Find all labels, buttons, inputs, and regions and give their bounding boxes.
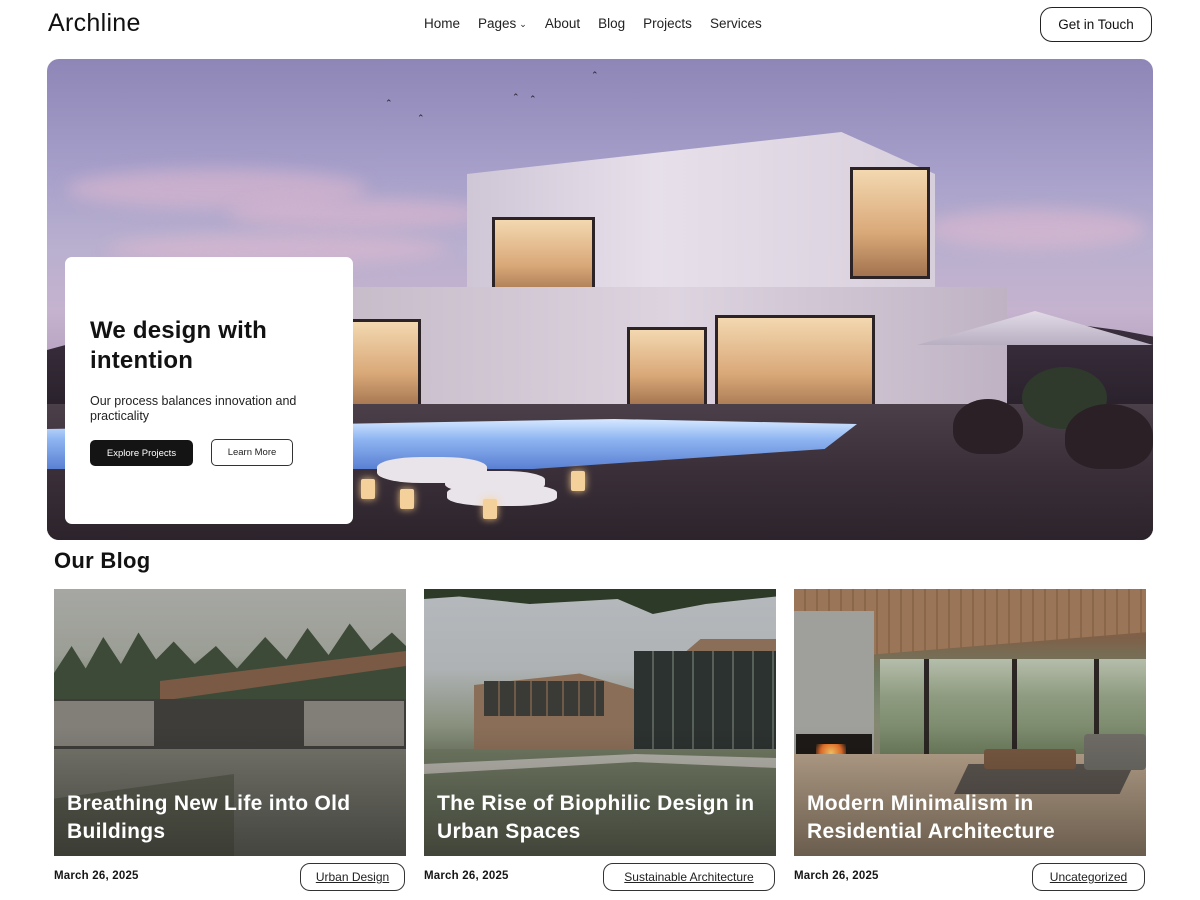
chevron-down-icon: ⌄	[519, 19, 527, 29]
nav-item-label: Blog	[598, 16, 626, 31]
hero-card: We design with intention Our process bal…	[65, 257, 353, 524]
lounge-chair	[953, 399, 1023, 454]
nav-item-label: Services	[709, 16, 762, 31]
blog-card[interactable]: Modern Minimalism in Residential Archite…	[794, 589, 1146, 856]
lantern	[483, 499, 497, 519]
blog-card-title[interactable]: Breathing New Life into Old Buildings	[67, 790, 397, 846]
site-logo[interactable]: Archline	[48, 9, 141, 38]
lounge-chair	[1065, 404, 1153, 469]
house-window	[627, 327, 707, 409]
blog-card-category[interactable]: Uncategorized	[1032, 863, 1145, 891]
house-window	[850, 167, 930, 279]
cloud	[927, 209, 1147, 249]
lantern	[361, 479, 375, 499]
blog-card[interactable]: Breathing New Life into Old Buildings	[54, 589, 406, 856]
bird-icon: ⌃	[512, 93, 520, 103]
nav-item-blog[interactable]: Blog	[598, 16, 625, 31]
nav-item-label: Home	[424, 16, 461, 31]
bird-icon: ⌃	[591, 71, 599, 81]
nav-item-pages[interactable]: Pages ⌄	[478, 16, 527, 31]
explore-projects-button[interactable]: Explore Projects	[90, 440, 193, 466]
floor-cushion	[447, 484, 557, 506]
blog-card-title[interactable]: Modern Minimalism in Residential Archite…	[807, 790, 1137, 846]
blog-card-date: March 26, 2025	[424, 870, 509, 882]
learn-more-button[interactable]: Learn More	[211, 439, 293, 466]
lantern	[400, 489, 414, 509]
house-window	[349, 319, 421, 411]
nav-item-projects[interactable]: Projects	[643, 16, 692, 31]
blog-card-category[interactable]: Urban Design	[300, 863, 405, 891]
main-nav: Home Pages ⌄ About Blog Projects Services	[424, 16, 780, 31]
nav-item-about[interactable]: About	[545, 16, 580, 31]
blog-card-category[interactable]: Sustainable Architecture	[603, 863, 775, 891]
bird-icon: ⌃	[417, 114, 425, 124]
lantern	[571, 471, 585, 491]
blog-card-date: March 26, 2025	[794, 870, 879, 882]
cloud	[227, 199, 487, 229]
nav-item-label: About	[544, 16, 581, 31]
blog-card-date: March 26, 2025	[54, 870, 139, 882]
nav-item-label: Pages	[478, 16, 517, 31]
nav-item-home[interactable]: Home	[424, 16, 460, 31]
bird-icon: ⌃	[529, 95, 537, 105]
nav-item-services[interactable]: Services	[710, 16, 762, 31]
get-in-touch-button[interactable]: Get in Touch	[1040, 7, 1152, 42]
hero-title: We design with intention	[90, 317, 268, 374]
blog-card-title[interactable]: The Rise of Biophilic Design in Urban Sp…	[437, 790, 767, 846]
blog-heading: Our Blog	[54, 548, 151, 573]
site-header: Archline Home Pages ⌄ About Blog Projects…	[0, 0, 1200, 50]
blog-card[interactable]: The Rise of Biophilic Design in Urban Sp…	[424, 589, 776, 856]
bird-icon: ⌃	[385, 99, 393, 109]
hero-subtitle: Our process balances innovation and prac…	[90, 394, 297, 423]
house-window	[715, 315, 875, 415]
nav-item-label: Projects	[643, 16, 692, 31]
